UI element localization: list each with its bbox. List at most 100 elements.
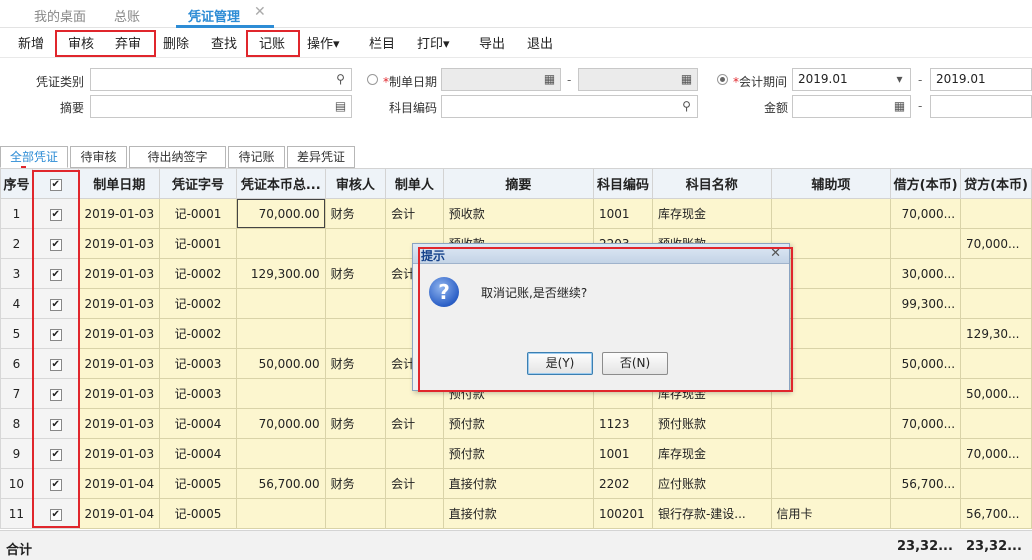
cell-auxiliary[interactable]	[770, 198, 892, 229]
cell-make-date[interactable]: 2019-01-03	[78, 438, 161, 469]
table-row[interactable]: 9 ✔ 2019-01-03 记-0004 预付款 1001 库存现金 70,000...	[0, 438, 1032, 469]
col-make-date[interactable]: 制单日期	[78, 168, 161, 199]
cell-auditor[interactable]: 财务	[324, 408, 387, 439]
chevron-down-icon[interactable]: ▾	[892, 72, 907, 87]
amount-to-field[interactable]	[930, 95, 1032, 118]
cell-voucher-no[interactable]: 记-0002	[159, 318, 237, 349]
cell-debit[interactable]: 99,300...	[890, 288, 962, 319]
cell-make-date[interactable]: 2019-01-03	[78, 318, 161, 349]
cell-account-name[interactable]: 库存现金	[651, 438, 772, 469]
cell-account-code[interactable]: 1001	[592, 198, 653, 229]
delete-button[interactable]: 删除	[163, 33, 189, 52]
cell-seq[interactable]: 3	[0, 258, 33, 289]
cell-credit[interactable]	[960, 408, 1032, 439]
period-from-select[interactable]: 2019.01 ▾	[792, 68, 911, 91]
calendar-icon[interactable]: ▦	[542, 72, 557, 87]
cell-auxiliary[interactable]: 信用卡	[770, 498, 892, 529]
make-date-radio[interactable]	[367, 74, 378, 85]
cell-voucher-total[interactable]: 70,000.00	[235, 408, 326, 439]
cell-make-date[interactable]: 2019-01-03	[78, 378, 161, 409]
cell-auditor[interactable]: 财务	[324, 348, 387, 379]
cell-auditor[interactable]	[324, 318, 387, 349]
cell-debit[interactable]: 70,000...	[890, 408, 962, 439]
tab-pending-cashier-sign[interactable]: 待出纳签字	[129, 146, 226, 168]
cell-summary[interactable]: 直接付款	[442, 498, 594, 529]
cell-credit[interactable]: 129,30...	[960, 318, 1032, 349]
cell-seq[interactable]: 9	[0, 438, 33, 469]
cell-voucher-total[interactable]	[235, 288, 326, 319]
tab-pending-audit[interactable]: 待审核	[70, 146, 127, 168]
col-auxiliary[interactable]: 辅助项	[770, 168, 892, 199]
columns-button[interactable]: 栏目	[369, 33, 395, 52]
col-maker[interactable]: 制单人	[385, 168, 444, 199]
exit-button[interactable]: 退出	[527, 33, 553, 52]
cell-debit[interactable]: 50,000...	[890, 348, 962, 379]
cell-voucher-total[interactable]	[235, 438, 326, 469]
cell-maker[interactable]: 会计	[385, 468, 444, 499]
cell-voucher-no[interactable]: 记-0001	[159, 198, 237, 229]
cell-credit[interactable]: 70,000...	[960, 438, 1032, 469]
cell-voucher-total[interactable]: 56,700.00	[235, 468, 326, 499]
cell-make-date[interactable]: 2019-01-03	[78, 258, 161, 289]
cell-seq[interactable]: 8	[0, 408, 33, 439]
find-button[interactable]: 查找	[211, 33, 237, 52]
cell-account-name[interactable]: 预付账款	[651, 408, 772, 439]
tab-pending-post[interactable]: 待记账	[228, 146, 285, 168]
cell-account-name[interactable]: 银行存款-建设...	[651, 498, 772, 529]
cell-credit[interactable]	[960, 468, 1032, 499]
cell-seq[interactable]: 1	[0, 198, 33, 229]
cell-account-name[interactable]: 应付账款	[651, 468, 772, 499]
cell-auditor[interactable]	[324, 378, 387, 409]
col-account-name[interactable]: 科目名称	[651, 168, 772, 199]
cell-seq[interactable]: 11	[0, 498, 33, 529]
cell-seq[interactable]: 2	[0, 228, 33, 259]
cell-summary[interactable]: 预付款	[442, 438, 594, 469]
col-account-code[interactable]: 科目编码	[592, 168, 653, 199]
cell-auditor[interactable]	[324, 498, 387, 529]
cell-voucher-total[interactable]	[235, 498, 326, 529]
col-voucher-total[interactable]: 凭证本币总...	[235, 168, 326, 199]
col-credit[interactable]: 贷方(本币)	[960, 168, 1032, 199]
tab-my-desktop[interactable]: 我的桌面	[34, 6, 86, 25]
tab-voucher-management[interactable]: 凭证管理	[188, 6, 240, 25]
cell-debit[interactable]	[890, 438, 962, 469]
cell-auditor[interactable]	[324, 228, 387, 259]
cell-make-date[interactable]: 2019-01-03	[78, 288, 161, 319]
cell-maker[interactable]: 会计	[385, 198, 444, 229]
table-row[interactable]: 1 ✔ 2019-01-03 记-0001 70,000.00 财务 会计 预收款 1001 库存…	[0, 198, 1032, 229]
cell-credit[interactable]: 50,000...	[960, 378, 1032, 409]
lookup-icon[interactable]: ▤	[333, 99, 348, 114]
period-radio[interactable]	[717, 74, 728, 85]
cell-seq[interactable]: 6	[0, 348, 33, 379]
col-auditor[interactable]: 审核人	[324, 168, 387, 199]
make-date-to-field[interactable]: ▦	[578, 68, 698, 91]
period-to-select[interactable]: 2019.01	[930, 68, 1032, 91]
cell-debit[interactable]: 30,000...	[890, 258, 962, 289]
cell-summary[interactable]: 预收款	[442, 198, 594, 229]
search-icon[interactable]: ⚲	[333, 72, 348, 87]
make-date-from-field[interactable]: ▦	[441, 68, 561, 91]
operate-menu-button[interactable]: 操作▾	[307, 33, 340, 52]
cell-maker[interactable]	[385, 438, 444, 469]
cell-debit[interactable]	[890, 318, 962, 349]
cell-account-code[interactable]: 100201	[592, 498, 653, 529]
cell-credit[interactable]: 70,000...	[960, 228, 1032, 259]
cell-voucher-no[interactable]: 记-0001	[159, 228, 237, 259]
cell-seq[interactable]: 7	[0, 378, 33, 409]
cell-voucher-total[interactable]	[235, 228, 326, 259]
col-debit[interactable]: 借方(本币)	[890, 168, 962, 199]
cell-account-code[interactable]: 2202	[592, 468, 653, 499]
calculator-icon[interactable]: ▦	[892, 99, 907, 114]
voucher-type-field[interactable]: ⚲	[90, 68, 352, 91]
cell-voucher-no[interactable]: 记-0004	[159, 438, 237, 469]
cell-voucher-total[interactable]: 50,000.00	[235, 348, 326, 379]
cell-maker[interactable]	[385, 498, 444, 529]
tab-general-ledger[interactable]: 总账	[114, 6, 140, 25]
cell-voucher-total[interactable]: 129,300.00	[235, 258, 326, 289]
close-icon[interactable]: ✕	[254, 4, 266, 20]
cell-debit[interactable]: 70,000...	[890, 198, 962, 229]
cell-account-code[interactable]: 1123	[592, 408, 653, 439]
print-menu-button[interactable]: 打印▾	[417, 33, 450, 52]
cell-credit[interactable]	[960, 348, 1032, 379]
cell-summary[interactable]: 预付款	[442, 408, 594, 439]
